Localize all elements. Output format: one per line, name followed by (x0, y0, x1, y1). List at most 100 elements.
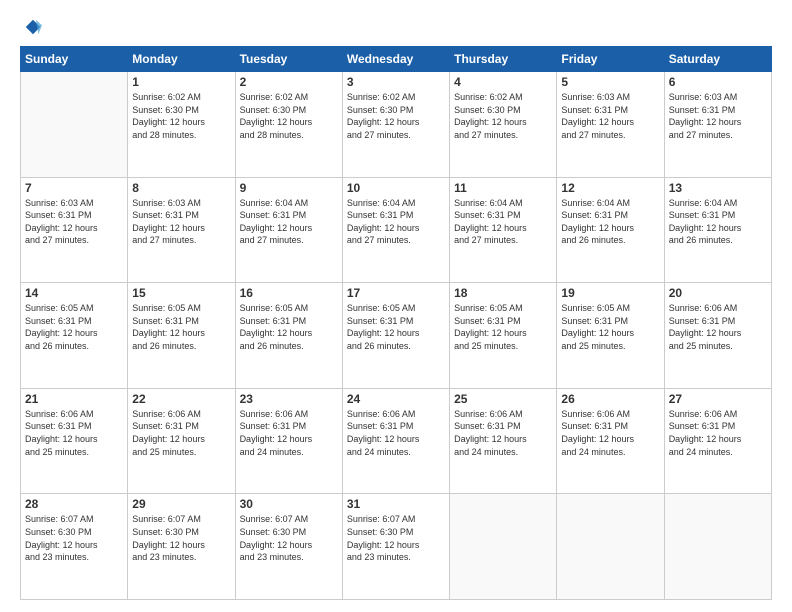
calendar-day-header: Friday (557, 47, 664, 72)
calendar-cell (557, 494, 664, 600)
calendar-header-row: SundayMondayTuesdayWednesdayThursdayFrid… (21, 47, 772, 72)
calendar-day-header: Thursday (450, 47, 557, 72)
calendar-cell: 24 Sunrise: 6:06 AM Sunset: 6:31 PM Dayli… (342, 388, 449, 494)
calendar-cell: 18 Sunrise: 6:05 AM Sunset: 6:31 PM Dayli… (450, 283, 557, 389)
day-info: Sunrise: 6:07 AM Sunset: 6:30 PM Dayligh… (132, 513, 230, 563)
day-number: 31 (347, 497, 445, 511)
calendar-cell: 11 Sunrise: 6:04 AM Sunset: 6:31 PM Dayli… (450, 177, 557, 283)
calendar-cell: 29 Sunrise: 6:07 AM Sunset: 6:30 PM Dayli… (128, 494, 235, 600)
calendar-cell: 30Sunrise: 6:07 AM Sunset: 6:30 PM Dayli… (235, 494, 342, 600)
day-number: 23 (240, 392, 338, 406)
calendar-cell: 15Sunrise: 6:05 AM Sunset: 6:31 PM Dayli… (128, 283, 235, 389)
day-info: Sunrise: 6:02 AM Sunset: 6:30 PM Dayligh… (132, 91, 230, 141)
calendar-cell (664, 494, 771, 600)
day-info: Sunrise: 6:04 AM Sunset: 6:31 PM Dayligh… (561, 197, 659, 247)
calendar-cell: 20 Sunrise: 6:06 AM Sunset: 6:31 PM Dayli… (664, 283, 771, 389)
page: SundayMondayTuesdayWednesdayThursdayFrid… (0, 0, 792, 612)
day-number: 8 (132, 181, 230, 195)
day-info: Sunrise: 6:05 AM Sunset: 6:31 PM Dayligh… (454, 302, 552, 352)
day-info: Sunrise: 6:05 AM Sunset: 6:31 PM Dayligh… (132, 302, 230, 352)
day-info: Sunrise: 6:06 AM Sunset: 6:31 PM Dayligh… (25, 408, 123, 458)
day-info: Sunrise: 6:07 AM Sunset: 6:30 PM Dayligh… (347, 513, 445, 563)
logo (20, 18, 42, 36)
day-info: Sunrise: 6:03 AM Sunset: 6:31 PM Dayligh… (561, 91, 659, 141)
calendar-cell: 27 Sunrise: 6:06 AM Sunset: 6:31 PM Dayli… (664, 388, 771, 494)
day-number: 18 (454, 286, 552, 300)
calendar-week-row: 7 Sunrise: 6:03 AM Sunset: 6:31 PM Daylig… (21, 177, 772, 283)
calendar-cell (450, 494, 557, 600)
calendar-cell: 13 Sunrise: 6:04 AM Sunset: 6:31 PM Dayli… (664, 177, 771, 283)
day-info: Sunrise: 6:06 AM Sunset: 6:31 PM Dayligh… (347, 408, 445, 458)
day-number: 7 (25, 181, 123, 195)
day-info: Sunrise: 6:02 AM Sunset: 6:30 PM Dayligh… (454, 91, 552, 141)
day-number: 21 (25, 392, 123, 406)
calendar-cell: 28Sunrise: 6:07 AM Sunset: 6:30 PM Dayli… (21, 494, 128, 600)
calendar-cell: 14 Sunrise: 6:05 AM Sunset: 6:31 PM Dayli… (21, 283, 128, 389)
day-info: Sunrise: 6:04 AM Sunset: 6:31 PM Dayligh… (454, 197, 552, 247)
calendar-cell: 3 Sunrise: 6:02 AM Sunset: 6:30 PM Daylig… (342, 72, 449, 178)
day-number: 20 (669, 286, 767, 300)
day-number: 13 (669, 181, 767, 195)
calendar-week-row: 14 Sunrise: 6:05 AM Sunset: 6:31 PM Dayli… (21, 283, 772, 389)
day-info: Sunrise: 6:07 AM Sunset: 6:30 PM Dayligh… (240, 513, 338, 563)
calendar-day-header: Saturday (664, 47, 771, 72)
calendar-table: SundayMondayTuesdayWednesdayThursdayFrid… (20, 46, 772, 600)
day-number: 25 (454, 392, 552, 406)
calendar-cell (21, 72, 128, 178)
day-number: 27 (669, 392, 767, 406)
calendar-cell: 6Sunrise: 6:03 AM Sunset: 6:31 PM Daylig… (664, 72, 771, 178)
day-number: 29 (132, 497, 230, 511)
day-info: Sunrise: 6:06 AM Sunset: 6:31 PM Dayligh… (669, 408, 767, 458)
calendar-cell: 5 Sunrise: 6:03 AM Sunset: 6:31 PM Daylig… (557, 72, 664, 178)
day-number: 22 (132, 392, 230, 406)
calendar-day-header: Wednesday (342, 47, 449, 72)
header (20, 18, 772, 36)
day-number: 17 (347, 286, 445, 300)
day-info: Sunrise: 6:07 AM Sunset: 6:30 PM Dayligh… (25, 513, 123, 563)
day-info: Sunrise: 6:03 AM Sunset: 6:31 PM Dayligh… (25, 197, 123, 247)
day-info: Sunrise: 6:06 AM Sunset: 6:31 PM Dayligh… (240, 408, 338, 458)
calendar-cell: 31 Sunrise: 6:07 AM Sunset: 6:30 PM Dayli… (342, 494, 449, 600)
day-number: 1 (132, 75, 230, 89)
calendar-day-header: Monday (128, 47, 235, 72)
day-number: 12 (561, 181, 659, 195)
day-info: Sunrise: 6:05 AM Sunset: 6:31 PM Dayligh… (25, 302, 123, 352)
calendar-week-row: 1 Sunrise: 6:02 AM Sunset: 6:30 PM Daylig… (21, 72, 772, 178)
day-info: Sunrise: 6:04 AM Sunset: 6:31 PM Dayligh… (347, 197, 445, 247)
calendar-cell: 10 Sunrise: 6:04 AM Sunset: 6:31 PM Dayli… (342, 177, 449, 283)
calendar-cell: 8 Sunrise: 6:03 AM Sunset: 6:31 PM Daylig… (128, 177, 235, 283)
day-info: Sunrise: 6:04 AM Sunset: 6:31 PM Dayligh… (669, 197, 767, 247)
day-info: Sunrise: 6:06 AM Sunset: 6:31 PM Dayligh… (454, 408, 552, 458)
day-info: Sunrise: 6:06 AM Sunset: 6:31 PM Dayligh… (669, 302, 767, 352)
calendar-cell: 25 Sunrise: 6:06 AM Sunset: 6:31 PM Dayli… (450, 388, 557, 494)
day-number: 14 (25, 286, 123, 300)
calendar-cell: 23 Sunrise: 6:06 AM Sunset: 6:31 PM Dayli… (235, 388, 342, 494)
calendar-cell: 1 Sunrise: 6:02 AM Sunset: 6:30 PM Daylig… (128, 72, 235, 178)
day-info: Sunrise: 6:06 AM Sunset: 6:31 PM Dayligh… (132, 408, 230, 458)
day-number: 16 (240, 286, 338, 300)
day-number: 10 (347, 181, 445, 195)
calendar-day-header: Sunday (21, 47, 128, 72)
day-number: 3 (347, 75, 445, 89)
day-info: Sunrise: 6:05 AM Sunset: 6:31 PM Dayligh… (240, 302, 338, 352)
calendar-cell: 21 Sunrise: 6:06 AM Sunset: 6:31 PM Dayli… (21, 388, 128, 494)
day-number: 5 (561, 75, 659, 89)
day-number: 24 (347, 392, 445, 406)
day-info: Sunrise: 6:04 AM Sunset: 6:31 PM Dayligh… (240, 197, 338, 247)
calendar-week-row: 21 Sunrise: 6:06 AM Sunset: 6:31 PM Dayli… (21, 388, 772, 494)
calendar-cell: 16 Sunrise: 6:05 AM Sunset: 6:31 PM Dayli… (235, 283, 342, 389)
day-number: 19 (561, 286, 659, 300)
day-number: 26 (561, 392, 659, 406)
day-number: 4 (454, 75, 552, 89)
calendar-cell: 9Sunrise: 6:04 AM Sunset: 6:31 PM Daylig… (235, 177, 342, 283)
calendar-cell: 19Sunrise: 6:05 AM Sunset: 6:31 PM Dayli… (557, 283, 664, 389)
calendar-day-header: Tuesday (235, 47, 342, 72)
calendar-week-row: 28Sunrise: 6:07 AM Sunset: 6:30 PM Dayli… (21, 494, 772, 600)
day-number: 11 (454, 181, 552, 195)
day-info: Sunrise: 6:03 AM Sunset: 6:31 PM Dayligh… (669, 91, 767, 141)
calendar-cell: 26Sunrise: 6:06 AM Sunset: 6:31 PM Dayli… (557, 388, 664, 494)
day-number: 2 (240, 75, 338, 89)
day-info: Sunrise: 6:02 AM Sunset: 6:30 PM Dayligh… (347, 91, 445, 141)
day-info: Sunrise: 6:03 AM Sunset: 6:31 PM Dayligh… (132, 197, 230, 247)
calendar-cell: 2Sunrise: 6:02 AM Sunset: 6:30 PM Daylig… (235, 72, 342, 178)
